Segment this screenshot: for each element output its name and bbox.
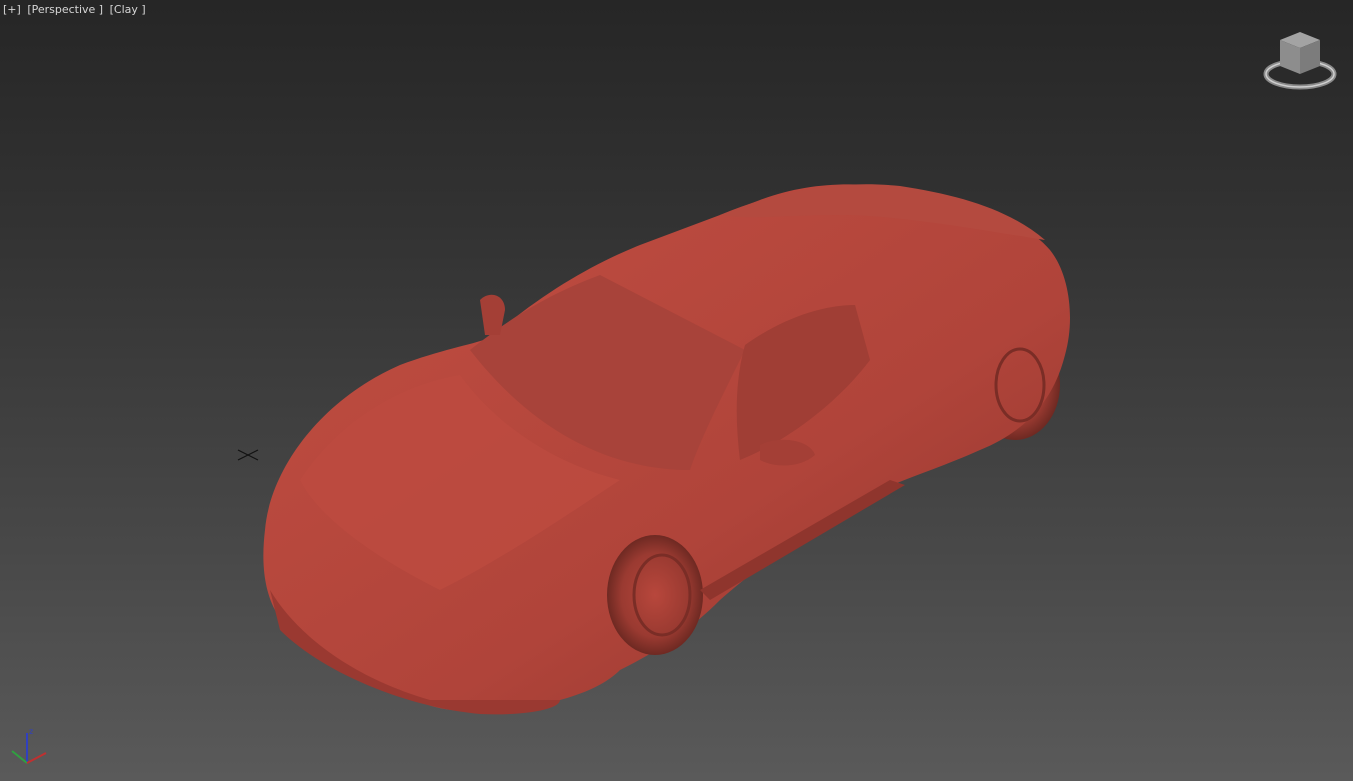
car-model[interactable] — [263, 184, 1070, 715]
axis-tripod-icon: z — [11, 727, 47, 764]
viewcube-icon[interactable] — [1262, 30, 1340, 94]
viewport-canvas[interactable] — [0, 0, 1353, 781]
origin-marker — [237, 449, 259, 461]
z-axis-label: z — [29, 727, 33, 736]
